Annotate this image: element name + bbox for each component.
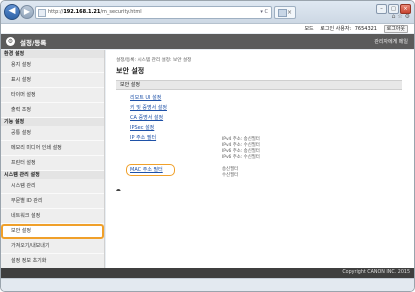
mac-address-filter-link[interactable]: MAC 주소 필터	[130, 166, 163, 173]
user-bar: 모드 로그인 사용자: 7654321 로그아웃	[1, 24, 414, 33]
settings-icon: ⚙	[6, 37, 15, 46]
ipsec-settings-link[interactable]: IPSec 설정	[130, 124, 154, 131]
browser-toolbar-icons[interactable]: ⌂ ☆ ⚙	[392, 13, 410, 20]
sidebar-item-printer[interactable]: 프린터 설정	[1, 156, 104, 171]
tab-close-icon[interactable]: ×	[287, 7, 292, 18]
sidebar-item-timer[interactable]: 타이머 설정	[1, 88, 104, 103]
sidebar-item-output-adjust[interactable]: 출력 조정	[1, 103, 104, 118]
panel-header: 보안 설정	[116, 80, 402, 90]
footer: Copyright CANON INC. 2015	[1, 268, 414, 278]
security-panel: 보안 설정 리모트 UI 설정 키 및 증명서 설정 CA 증명서 설정 IPS…	[116, 80, 402, 184]
forward-arrow-icon[interactable]: ▶	[20, 5, 34, 19]
remote-ui-settings-link[interactable]: 리모트 UI 설정	[130, 94, 161, 101]
breadcrumb: 설정/등록: 시스템 관리 설정: 보안 설정	[116, 58, 192, 63]
url-text: http://192.168.1.21/m_security.html	[48, 7, 142, 18]
user-info: 모드 로그인 사용자: 7654321 로그아웃	[299, 25, 408, 33]
sidebar-item-import-export[interactable]: 가져오기/내보내기	[1, 239, 104, 254]
url-host: 192.168.1.21	[63, 9, 101, 15]
mode-link[interactable]: 모드	[304, 26, 313, 32]
main-content: 설정/등록: 시스템 관리 설정: 보안 설정 보안 설정 보안 설정 리모트 …	[106, 50, 414, 268]
sidebar: 환경 설정 용지 설정 표시 설정 타이머 설정 출력 조정 기능 설정 공통 …	[1, 50, 105, 269]
ca-certificate-settings-link[interactable]: CA 증명서 설정	[130, 114, 163, 121]
sidebar-section-environment: 환경 설정	[1, 50, 104, 58]
address-controls[interactable]: ▾ C	[260, 7, 268, 18]
minimize-button[interactable]: –	[376, 4, 387, 14]
url-prefix: http://	[48, 9, 64, 15]
browser-tab[interactable]: ×	[274, 6, 296, 19]
sidebar-item-display[interactable]: 표시 설정	[1, 73, 104, 88]
sidebar-item-memory-media-print[interactable]: 메모리 미디어 인쇄 설정	[1, 141, 104, 156]
browser-status-bar	[1, 278, 414, 291]
login-user-label: 로그인 사용자:	[320, 26, 352, 32]
copyright: Copyright CANON INC. 2015	[342, 270, 410, 275]
browser-window: ◀ ▶ http://192.168.1.21/m_security.html …	[0, 0, 415, 292]
page-icon	[38, 9, 46, 17]
sidebar-item-network[interactable]: 네트워크 설정	[1, 209, 104, 224]
sidebar-item-common[interactable]: 공통 설정	[1, 126, 104, 141]
sidebar-item-paper[interactable]: 용지 설정	[1, 58, 104, 73]
mail-to-admin-link[interactable]: 관리자에게 메일	[374, 38, 408, 45]
key-certificate-settings-link[interactable]: 키 및 증명서 설정	[130, 104, 167, 111]
sidebar-section-function: 기능 설정	[1, 118, 104, 126]
header-title: 설정/등록	[20, 39, 47, 47]
sidebar-item-security[interactable]: 보안 설정	[1, 224, 104, 239]
address-bar[interactable]: http://192.168.1.21/m_security.html ▾ C	[35, 6, 272, 19]
sidebar-item-department-id[interactable]: 부문별 ID 관리	[1, 194, 104, 209]
sidebar-section-system: 시스템 관리 설정	[1, 171, 104, 179]
logout-button[interactable]: 로그아웃	[383, 25, 408, 33]
page-title: 보안 설정	[116, 67, 145, 75]
back-to-top-icon[interactable]: ⯊	[116, 188, 121, 196]
ip-filter-status-4: IPv6 주소: 수신필터	[222, 155, 260, 160]
tab-favicon-icon	[278, 9, 287, 17]
sidebar-item-reset-settings[interactable]: 설정 정보 초기화	[1, 254, 104, 269]
ip-address-filter-link[interactable]: IP 주소 필터	[130, 134, 156, 141]
login-user-value: 7654321	[354, 26, 377, 32]
page-header: ⚙ 설정/등록 관리자에게 메일	[1, 34, 414, 49]
sidebar-item-system-management[interactable]: 시스템 관리	[1, 179, 104, 194]
url-path: /m_security.html	[100, 9, 142, 15]
back-arrow-icon[interactable]: ◀	[4, 4, 20, 20]
mac-filter-status-2: 수신필터	[222, 173, 239, 178]
browser-toolbar: ◀ ▶ http://192.168.1.21/m_security.html …	[1, 1, 414, 24]
